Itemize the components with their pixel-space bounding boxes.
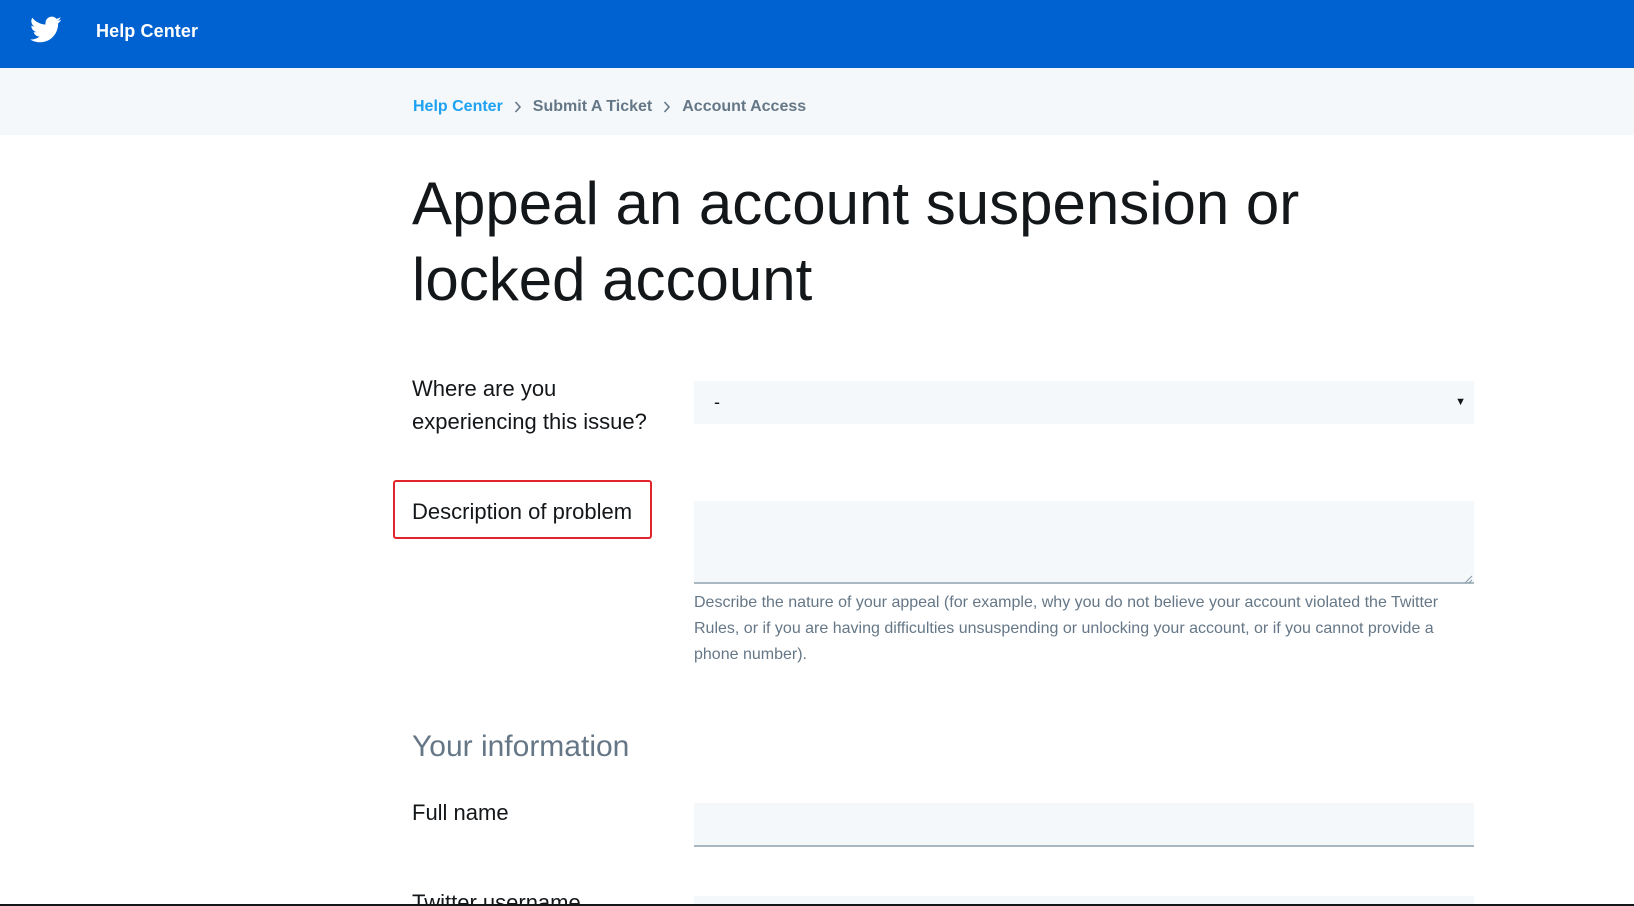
breadcrumb-bar bbox=[0, 68, 1634, 135]
chevron-right-icon bbox=[652, 98, 682, 116]
issue-location-label: Where are you experiencing this issue? bbox=[412, 376, 647, 434]
twitter-username-label: Twitter username bbox=[412, 890, 581, 906]
description-textarea[interactable] bbox=[694, 501, 1474, 584]
description-help-text: Describe the nature of your appeal (for … bbox=[694, 594, 1439, 663]
twitter-bird-icon[interactable] bbox=[30, 16, 62, 44]
top-header: Help Center bbox=[0, 0, 1634, 68]
full-name-input[interactable] bbox=[694, 803, 1474, 847]
resize-grip-icon[interactable] bbox=[1463, 571, 1473, 584]
breadcrumb-help-center[interactable]: Help Center bbox=[413, 98, 503, 116]
full-name-label: Full name bbox=[412, 800, 509, 825]
breadcrumb-submit-ticket[interactable]: Submit A Ticket bbox=[533, 98, 652, 116]
chevron-right-icon bbox=[503, 98, 533, 116]
issue-location-select[interactable]: - ▼ bbox=[694, 381, 1474, 424]
breadcrumb-account-access[interactable]: Account Access bbox=[682, 98, 806, 116]
issue-location-selected-value: - bbox=[714, 392, 720, 412]
your-information-heading: Your information bbox=[412, 730, 630, 763]
description-label: Description of problem bbox=[412, 499, 633, 524]
page-title: Appeal an account suspension or locked a… bbox=[412, 170, 1300, 313]
dropdown-arrow-icon: ▼ bbox=[1455, 396, 1466, 408]
breadcrumb: Help Center Submit A Ticket Account Acce… bbox=[413, 98, 806, 116]
help-center-brand[interactable]: Help Center bbox=[96, 21, 198, 42]
